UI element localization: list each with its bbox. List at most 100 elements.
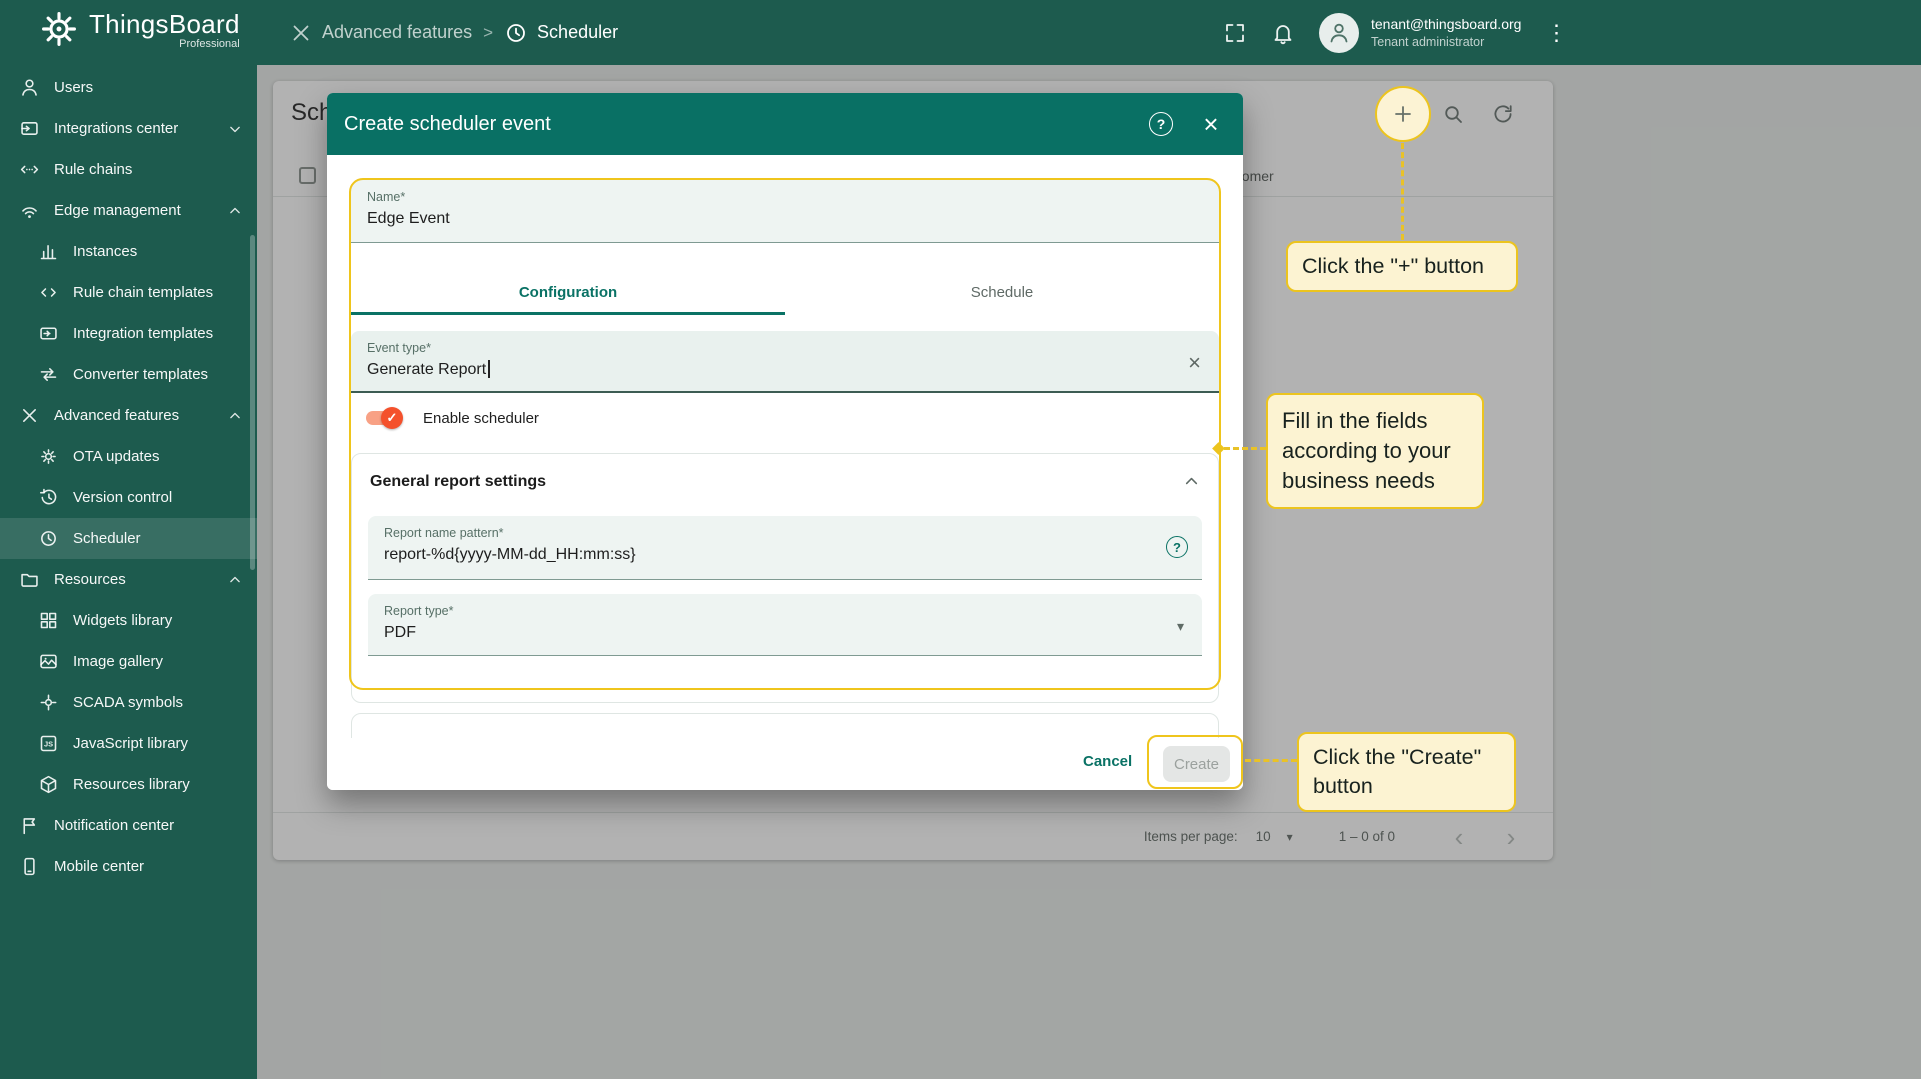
sidebar-item-rule-chain-templates[interactable]: Rule chain templates [0, 272, 257, 313]
template-input-icon [38, 323, 59, 344]
dialog-header: Create scheduler event ? × [327, 93, 1243, 155]
close-icon[interactable]: × [1194, 107, 1228, 141]
user-avatar[interactable] [1319, 12, 1359, 53]
sidebar-item-widgets-library[interactable]: Widgets library [0, 600, 257, 641]
scada-icon [38, 692, 59, 713]
sidebar-item-converter-templates[interactable]: Converter templates [0, 354, 257, 395]
field-help-icon[interactable]: ? [1166, 536, 1188, 558]
report-name-pattern-value: report-%d{yyyy-MM-dd_HH:mm:ss} [384, 546, 636, 563]
annotation-plus-circle [1375, 86, 1431, 142]
sidebar-item-users[interactable]: Users [0, 67, 257, 108]
name-field[interactable]: Name* Edge Event [351, 180, 1219, 243]
sidebar-item-resources-library[interactable]: Resources library [0, 764, 257, 805]
event-type-value: Generate Report [367, 361, 487, 378]
sidebar-item-notification-center[interactable]: Notification center [0, 805, 257, 846]
plus-icon [1395, 106, 1411, 122]
dialog-footer: Cancel Create [327, 738, 1243, 790]
router-icon [19, 200, 40, 221]
breadcrumb-scheduler[interactable]: Scheduler [504, 21, 618, 45]
name-field-label: Name* [367, 190, 406, 204]
thingsboard-logo[interactable]: ThingsBoard Professional [38, 8, 240, 50]
active-tab-underline [351, 312, 785, 315]
toggle-thumb: ✓ [381, 407, 403, 429]
report-type-label: Report type* [384, 604, 454, 618]
clear-icon[interactable]: × [1188, 350, 1201, 376]
chevron-up-icon [226, 407, 244, 425]
gear-logo-icon [38, 8, 80, 50]
chevron-up-icon [226, 202, 244, 220]
enable-scheduler-label: Enable scheduler [423, 409, 539, 427]
folder-icon [19, 569, 40, 590]
enable-scheduler-toggle[interactable]: ✓ [365, 407, 403, 429]
ethernet-icon [19, 159, 40, 180]
top-right-cluster: tenant@thingsboard.org Tenant administra… [1223, 0, 1567, 65]
js-icon: JS [38, 733, 59, 754]
dialog-title: Create scheduler event [344, 112, 551, 135]
general-report-settings-panel: General report settings Report name patt… [351, 453, 1219, 703]
sidebar-item-integration-templates[interactable]: Integration templates [0, 313, 257, 354]
annotation-callout-fields: Fill in the fields according to your bus… [1266, 393, 1484, 509]
user-email: tenant@thingsboard.org [1371, 16, 1522, 32]
svg-text:JS: JS [44, 740, 53, 749]
user-info[interactable]: tenant@thingsboard.org Tenant administra… [1371, 16, 1521, 49]
sidebar-scrollbar[interactable] [250, 235, 255, 570]
help-icon[interactable]: ? [1144, 107, 1178, 141]
sidebar-item-instances[interactable]: Instances [0, 231, 257, 272]
annotation-callout-create: Click the "Create" button [1297, 732, 1516, 812]
enable-scheduler-row: ✓ Enable scheduler [365, 407, 539, 429]
text-cursor [488, 360, 490, 378]
chevron-down-icon [226, 120, 244, 138]
annotation-dashed-line-fields [1224, 447, 1266, 450]
sidebar-item-rule-chains[interactable]: Rule chains [0, 149, 257, 190]
sidebar-item-version-control[interactable]: Version control [0, 477, 257, 518]
report-name-pattern-field[interactable]: Report name pattern* report-%d{yyyy-MM-d… [368, 516, 1202, 580]
sidebar-item-integrations-center[interactable]: Integrations center [0, 108, 257, 149]
annotation-callout-plus: Click the "+" button [1286, 241, 1518, 292]
more-vert-icon[interactable]: ⋮ [1545, 20, 1567, 46]
tools-icon [19, 405, 40, 426]
sidebar-item-mobile-center[interactable]: Mobile center [0, 846, 257, 887]
code-icon [38, 282, 59, 303]
check-icon: ✓ [386, 410, 398, 425]
sidebar-item-scada-symbols[interactable]: SCADA symbols [0, 682, 257, 723]
phone-icon [19, 856, 40, 877]
event-type-label: Event type* [367, 341, 431, 355]
sidebar-item-javascript-library[interactable]: JS JavaScript library [0, 723, 257, 764]
dialog-tabs: Configuration Schedule [351, 269, 1219, 315]
history-icon [38, 487, 59, 508]
create-button[interactable]: Create [1163, 746, 1230, 782]
cancel-button[interactable]: Cancel [1083, 753, 1132, 770]
sidebar-item-scheduler[interactable]: Scheduler [0, 518, 257, 559]
breadcrumb-advanced-features[interactable]: Advanced features [289, 21, 472, 45]
swap-icon [38, 364, 59, 385]
logo-subtitle: Professional [179, 37, 240, 50]
panel-header: General report settings [352, 454, 1218, 492]
tools-icon [289, 21, 313, 45]
report-type-field[interactable]: Report type* PDF ▾ [368, 594, 1202, 656]
user-role: Tenant administrator [1371, 35, 1485, 49]
logo-title: ThingsBoard [89, 8, 240, 39]
collapse-chevron-up-icon[interactable] [1181, 471, 1202, 492]
create-scheduler-event-dialog: Create scheduler event ? × Name* Edge Ev… [327, 93, 1243, 790]
sidebar-item-image-gallery[interactable]: Image gallery [0, 641, 257, 682]
sidebar-item-advanced-features[interactable]: Advanced features [0, 395, 257, 436]
name-field-value: Edge Event [367, 210, 450, 227]
clock-icon [504, 21, 528, 45]
tab-schedule[interactable]: Schedule [785, 269, 1219, 315]
image-icon [38, 651, 59, 672]
dropdown-caret-icon[interactable]: ▾ [1177, 618, 1184, 635]
fullscreen-icon[interactable] [1223, 21, 1247, 45]
person-icon [19, 77, 40, 98]
sidebar: Users Integrations center Rule chains Ed… [0, 65, 257, 1079]
notifications-bell-icon[interactable] [1271, 21, 1295, 45]
bar-chart-icon [38, 241, 59, 262]
chevron-up-icon [226, 571, 244, 589]
tab-configuration[interactable]: Configuration [351, 269, 785, 315]
sidebar-item-resources[interactable]: Resources [0, 559, 257, 600]
gear-icon [38, 446, 59, 467]
annotation-dashed-line-create [1245, 759, 1297, 762]
sidebar-item-ota-updates[interactable]: OTA updates [0, 436, 257, 477]
event-type-field[interactable]: Event type* Generate Report × [351, 331, 1219, 393]
annotation-dashed-line-vertical [1401, 143, 1404, 240]
sidebar-item-edge-management[interactable]: Edge management [0, 190, 257, 231]
